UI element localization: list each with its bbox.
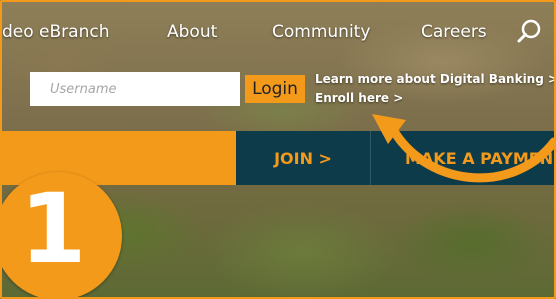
login-button[interactable]: Login: [245, 75, 305, 103]
top-nav: deo eBranch About Community Careers: [2, 2, 554, 58]
nav-community[interactable]: Community: [272, 22, 370, 42]
nav-careers[interactable]: Careers: [421, 22, 487, 42]
nav-video-ebranch[interactable]: deo eBranch: [2, 22, 109, 42]
username-input[interactable]: [30, 72, 240, 106]
search-icon[interactable]: [516, 18, 544, 46]
screenshot-frame: deo eBranch About Community Careers Logi…: [0, 0, 556, 299]
join-button[interactable]: JOIN >: [236, 131, 370, 185]
learn-more-link[interactable]: Learn more about Digital Banking >: [315, 70, 554, 89]
step-number: 1: [19, 173, 87, 285]
nav-about[interactable]: About: [167, 22, 217, 42]
curved-arrow-icon: [372, 114, 554, 183]
